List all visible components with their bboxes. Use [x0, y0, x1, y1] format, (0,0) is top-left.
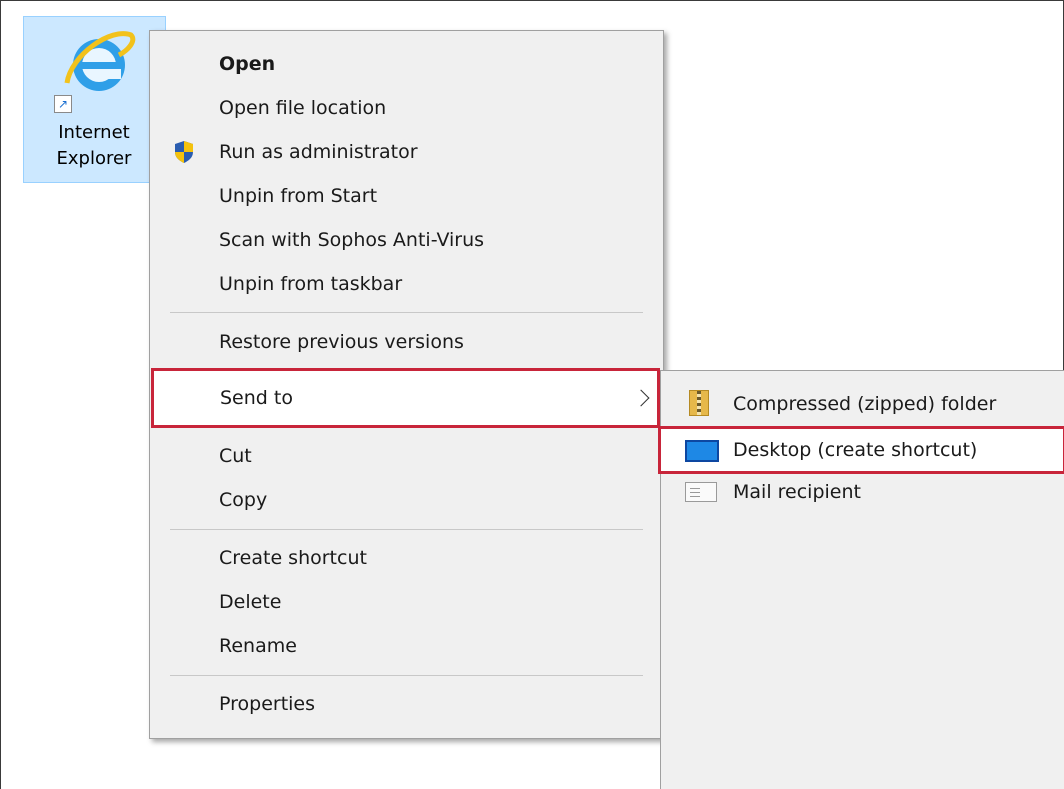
- menu-item-open-file-location[interactable]: Open file location: [150, 86, 663, 130]
- menu-item-send-to[interactable]: Send to: [151, 368, 660, 428]
- menu-item-restore-previous-versions[interactable]: Restore previous versions: [150, 320, 663, 364]
- menu-item-copy[interactable]: Copy: [150, 478, 663, 522]
- context-menu: Open Open file location Run as administr…: [149, 30, 664, 739]
- menu-item-open[interactable]: Open: [150, 42, 663, 86]
- menu-item-unpin-from-taskbar[interactable]: Unpin from taskbar: [150, 262, 663, 306]
- menu-item-rename[interactable]: Rename: [150, 624, 663, 668]
- menu-item-delete[interactable]: Delete: [150, 580, 663, 624]
- menu-separator: [170, 675, 643, 676]
- menu-item-scan-sophos[interactable]: Scan with Sophos Anti-Virus: [150, 218, 663, 262]
- chevron-right-icon: [632, 389, 650, 407]
- shortcut-arrow-icon: ↗: [54, 95, 72, 113]
- mail-icon: [685, 482, 717, 502]
- submenu-item-desktop-create-shortcut[interactable]: Desktop (create shortcut): [658, 426, 1064, 474]
- submenu-item-compressed-folder[interactable]: Compressed (zipped) folder: [661, 382, 1064, 426]
- desktop-shortcut-internet-explorer[interactable]: ↗ Internet Explorer: [23, 16, 166, 183]
- menu-separator: [170, 529, 643, 530]
- menu-item-run-as-administrator[interactable]: Run as administrator: [150, 130, 663, 174]
- send-to-submenu: Compressed (zipped) folder Desktop (crea…: [658, 370, 1064, 789]
- desktop-icon: [685, 440, 719, 462]
- menu-item-unpin-from-start[interactable]: Unpin from Start: [150, 174, 663, 218]
- desktop-icon-label: Internet Explorer: [56, 122, 132, 169]
- menu-separator: [170, 312, 643, 313]
- menu-item-properties[interactable]: Properties: [150, 682, 663, 726]
- shield-icon: [175, 141, 193, 163]
- internet-explorer-icon: [64, 31, 136, 91]
- menu-item-create-shortcut[interactable]: Create shortcut: [150, 536, 663, 580]
- menu-item-cut[interactable]: Cut: [150, 434, 663, 478]
- submenu-item-mail-recipient[interactable]: Mail recipient: [661, 470, 1064, 514]
- zip-folder-icon: [689, 390, 709, 416]
